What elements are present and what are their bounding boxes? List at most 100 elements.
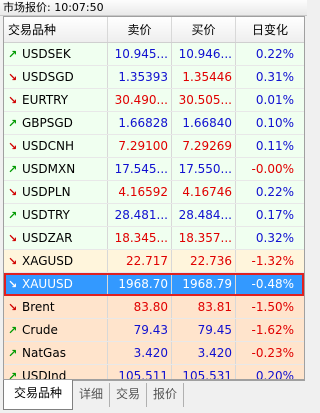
arrow-down-icon: ↘ xyxy=(8,140,18,153)
arrow-down-icon: ↘ xyxy=(8,94,18,107)
change-cell: -1.62% xyxy=(251,323,294,337)
ask-cell: 1.66840 xyxy=(172,112,236,134)
change-cell: 0.22% xyxy=(255,185,294,199)
change-cell: 0.11% xyxy=(255,139,294,153)
symbol-name: USDTRY xyxy=(22,208,70,222)
symbol-cell: ↗ NatGas xyxy=(4,342,108,364)
window-title: 市场报价: 10:07:50 xyxy=(0,0,307,16)
arrow-up-icon: ↗ xyxy=(8,163,18,176)
bid-cell: 30.490... xyxy=(108,89,172,111)
tab-trading[interactable]: 交易 xyxy=(110,383,148,407)
table-row[interactable]: ↗ GBPSGD 1.66828 1.66840 0.10% xyxy=(4,112,304,135)
ask-cell: 28.484... xyxy=(172,204,236,226)
column-header-ask[interactable]: 买价 xyxy=(172,17,236,42)
change-cell: -1.50% xyxy=(251,300,294,314)
tab-ticks[interactable]: 报价 xyxy=(147,383,185,407)
column-header-change[interactable]: 日变化 xyxy=(236,17,304,42)
bid-cell: 10.945... xyxy=(108,43,172,65)
ask-cell: 30.505... xyxy=(172,89,236,111)
bid-cell: 7.29100 xyxy=(108,135,172,157)
arrow-up-icon: ↗ xyxy=(8,209,18,222)
bid-cell: 22.717 xyxy=(108,250,172,272)
table-row[interactable]: ↘ USDPLN 4.16592 4.16746 0.22% xyxy=(4,181,304,204)
table-row[interactable]: ↗ NatGas 3.420 3.420 -0.23% xyxy=(4,342,304,365)
table-row[interactable]: ↘ USDSGD 1.35393 1.35446 0.31% xyxy=(4,66,304,89)
table-row[interactable]: ↗ Crude 79.43 79.45 -1.62% xyxy=(4,319,304,342)
symbol-name: XAUUSD xyxy=(22,277,73,291)
symbol-name: USDInd xyxy=(22,369,67,380)
arrow-down-icon: ↘ xyxy=(8,301,18,314)
symbol-cell: ↘ XAGUSD xyxy=(4,250,108,272)
change-cell: 0.31% xyxy=(255,70,294,84)
arrow-down-icon: ↘ xyxy=(8,71,18,84)
column-header-symbol[interactable]: 交易品种 xyxy=(4,17,108,42)
bid-cell: 79.43 xyxy=(108,319,172,341)
bottom-tabs: 交易品种 详细 交易 报价 xyxy=(3,380,305,411)
symbol-cell: ↘ USDCNH xyxy=(4,135,108,157)
bid-cell: 17.545... xyxy=(108,158,172,180)
ask-cell: 1.35446 xyxy=(172,66,236,88)
table-row[interactable]: ↘ USDCNH 7.29100 7.29269 0.11% xyxy=(4,135,304,158)
change-cell: -0.23% xyxy=(251,346,294,360)
symbol-cell: ↗ USDInd xyxy=(4,365,108,380)
tab-symbols[interactable]: 交易品种 xyxy=(3,380,74,410)
change-cell: -1.32% xyxy=(251,254,294,268)
symbol-cell: ↘ XAUUSD xyxy=(4,273,108,295)
symbol-name: EURTRY xyxy=(22,93,69,107)
tab-details[interactable]: 详细 xyxy=(73,383,111,407)
ask-cell: 3.420 xyxy=(172,342,236,364)
symbol-cell: ↗ USDTRY xyxy=(4,204,108,226)
bid-cell: 3.420 xyxy=(108,342,172,364)
symbol-cell: ↘ USDPLN xyxy=(4,181,108,203)
symbol-cell: ↗ USDSEK xyxy=(4,43,108,65)
column-header-bid[interactable]: 卖价 xyxy=(108,17,172,42)
symbol-name: Brent xyxy=(22,300,55,314)
symbol-name: USDSEK xyxy=(22,47,71,61)
bid-cell: 105.511 xyxy=(108,365,172,379)
bid-cell: 18.345... xyxy=(108,227,172,249)
symbol-name: USDCNH xyxy=(22,139,75,153)
table-row[interactable]: ↘ USDZAR 18.345... 18.357... 0.32% xyxy=(4,227,304,250)
bid-cell: 28.481... xyxy=(108,204,172,226)
symbol-cell: ↘ USDSGD xyxy=(4,66,108,88)
arrow-down-icon: ↘ xyxy=(8,255,18,268)
arrow-up-icon: ↗ xyxy=(8,370,18,380)
arrow-up-icon: ↗ xyxy=(8,347,18,360)
arrow-down-icon: ↘ xyxy=(8,278,18,291)
symbol-cell: ↗ USDMXN xyxy=(4,158,108,180)
change-cell: 0.10% xyxy=(255,116,294,130)
change-cell: 0.32% xyxy=(255,231,294,245)
symbol-name: NatGas xyxy=(22,346,66,360)
symbol-name: USDZAR xyxy=(22,231,73,245)
ask-cell: 22.736 xyxy=(172,250,236,272)
symbol-name: USDMXN xyxy=(22,162,76,176)
change-cell: 0.01% xyxy=(255,93,294,107)
change-cell: -0.48% xyxy=(251,277,294,291)
arrow-down-icon: ↘ xyxy=(8,232,18,245)
symbol-name: USDSGD xyxy=(22,70,74,84)
table-header: 交易品种 卖价 买价 日变化 xyxy=(4,17,304,43)
change-cell: 0.20% xyxy=(255,369,294,380)
bid-cell: 4.16592 xyxy=(108,181,172,203)
ask-cell: 4.16746 xyxy=(172,181,236,203)
table-row[interactable]: ↘ XAGUSD 22.717 22.736 -1.32% xyxy=(4,250,304,273)
table-row[interactable]: ↗ USDTRY 28.481... 28.484... 0.17% xyxy=(4,204,304,227)
table-row[interactable]: ↘ XAUUSD 1968.70 1968.79 -0.48% xyxy=(4,273,304,296)
table-row[interactable]: ↗ USDInd 105.511 105.531 0.20% xyxy=(4,365,304,380)
table-body: ↗ USDSEK 10.945... 10.946... 0.22% ↘ USDSGD 1.3… xyxy=(4,43,304,380)
table-row[interactable]: ↘ EURTRY 30.490... 30.505... 0.01% xyxy=(4,89,304,112)
ask-cell: 83.81 xyxy=(172,296,236,318)
symbol-name: GBPSGD xyxy=(22,116,73,130)
ask-cell: 18.357... xyxy=(172,227,236,249)
change-cell: -0.00% xyxy=(251,162,294,176)
bid-cell: 83.80 xyxy=(108,296,172,318)
table-row[interactable]: ↗ USDMXN 17.545... 17.550... -0.00% xyxy=(4,158,304,181)
symbol-cell: ↘ Brent xyxy=(4,296,108,318)
table-row[interactable]: ↗ USDSEK 10.945... 10.946... 0.22% xyxy=(4,43,304,66)
symbol-name: USDPLN xyxy=(22,185,71,199)
table-row[interactable]: ↘ Brent 83.80 83.81 -1.50% xyxy=(4,296,304,319)
arrow-down-icon: ↘ xyxy=(8,186,18,199)
symbol-name: XAGUSD xyxy=(22,254,74,268)
bid-cell: 1968.70 xyxy=(108,273,172,295)
symbol-cell: ↘ EURTRY xyxy=(4,89,108,111)
